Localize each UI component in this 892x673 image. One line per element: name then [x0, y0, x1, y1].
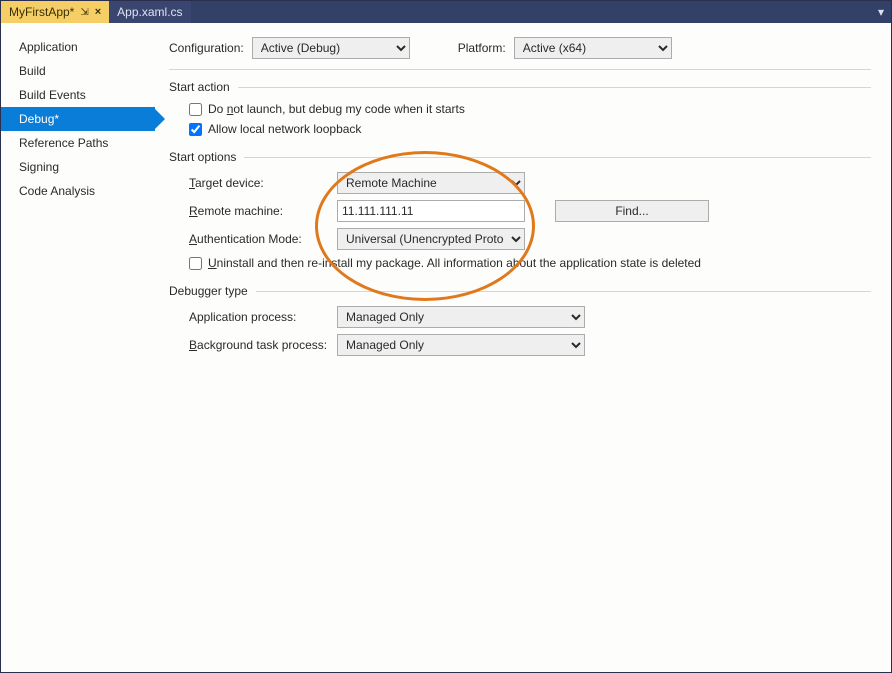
remote-machine-label: Remote machine: [189, 204, 337, 218]
legend-line [244, 157, 871, 158]
allow-loopback-checkbox[interactable] [189, 123, 202, 136]
allow-loopback-label[interactable]: Allow local network loopback [208, 122, 361, 136]
tab-label: MyFirstApp* [9, 5, 74, 19]
remote-machine-input[interactable] [337, 200, 525, 222]
target-device-select[interactable]: Remote Machine [337, 172, 525, 194]
bg-process-label: Background task process: [189, 338, 337, 352]
configuration-label: Configuration: [169, 41, 244, 55]
sidebar-item-signing[interactable]: Signing [1, 155, 155, 179]
bg-process-select[interactable]: Managed Only [337, 334, 585, 356]
body: Application Build Build Events Debug* Re… [1, 23, 891, 672]
app-process-select[interactable]: Managed Only [337, 306, 585, 328]
target-device-label: Target device: [189, 176, 337, 190]
start-action-legend: Start action [169, 80, 238, 94]
sidebar-item-debug[interactable]: Debug* [1, 107, 155, 131]
properties-sidebar: Application Build Build Events Debug* Re… [1, 23, 155, 672]
debugger-type-legend: Debugger type [169, 284, 256, 298]
start-action-group: Start action Do not launch, but debug my… [169, 80, 871, 142]
close-icon[interactable]: × [95, 6, 101, 18]
tabstrip-menu-button[interactable]: ▾ [871, 1, 891, 23]
tab-myfirstapp[interactable]: MyFirstApp* ⇲ × [1, 1, 109, 23]
tab-label: App.xaml.cs [117, 5, 182, 19]
sidebar-item-code-analysis[interactable]: Code Analysis [1, 179, 155, 203]
remote-machine-row: Remote machine: Find... [169, 200, 871, 222]
start-options-group: Start options Target device: Remote Mach… [169, 150, 871, 276]
legend-line [238, 87, 871, 88]
do-not-launch-label[interactable]: Do not launch, but debug my code when it… [208, 102, 465, 116]
find-button[interactable]: Find... [555, 200, 709, 222]
chevron-down-icon: ▾ [878, 5, 884, 19]
tab-app-xaml-cs[interactable]: App.xaml.cs [109, 1, 190, 23]
sidebar-item-application[interactable]: Application [1, 35, 155, 59]
auth-mode-row: Authentication Mode: Universal (Unencryp… [169, 228, 871, 250]
sidebar-item-build-events[interactable]: Build Events [1, 83, 155, 107]
debug-settings-panel: Configuration: Active (Debug) Platform: … [155, 23, 891, 672]
allow-loopback-row: Allow local network loopback [169, 122, 871, 136]
pin-icon[interactable]: ⇲ [80, 7, 88, 18]
uninstall-checkbox[interactable] [189, 257, 202, 270]
configuration-row: Configuration: Active (Debug) Platform: … [169, 37, 871, 59]
auth-mode-label: Authentication Mode: [189, 232, 337, 246]
sidebar-item-build[interactable]: Build [1, 59, 155, 83]
sidebar-item-reference-paths[interactable]: Reference Paths [1, 131, 155, 155]
document-tabstrip: MyFirstApp* ⇲ × App.xaml.cs ▾ [1, 1, 891, 23]
divider [169, 69, 871, 70]
configuration-select[interactable]: Active (Debug) [252, 37, 410, 59]
do-not-launch-checkbox[interactable] [189, 103, 202, 116]
platform-select[interactable]: Active (x64) [514, 37, 672, 59]
uninstall-label[interactable]: Uninstall and then re-install my package… [208, 256, 701, 270]
platform-label: Platform: [458, 41, 506, 55]
target-device-row: Target device: Remote Machine [169, 172, 871, 194]
debugger-type-group: Debugger type Application process: Manag… [169, 284, 871, 362]
auth-mode-select[interactable]: Universal (Unencrypted Protoc [337, 228, 525, 250]
start-options-legend: Start options [169, 150, 244, 164]
app-process-label: Application process: [189, 310, 337, 324]
uninstall-row: Uninstall and then re-install my package… [169, 256, 871, 270]
tabstrip-fill [191, 1, 871, 23]
app-process-row: Application process: Managed Only [169, 306, 871, 328]
do-not-launch-row: Do not launch, but debug my code when it… [169, 102, 871, 116]
legend-line [256, 291, 871, 292]
bg-process-row: Background task process: Managed Only [169, 334, 871, 356]
project-properties-window: MyFirstApp* ⇲ × App.xaml.cs ▾ Applicatio… [0, 0, 892, 673]
